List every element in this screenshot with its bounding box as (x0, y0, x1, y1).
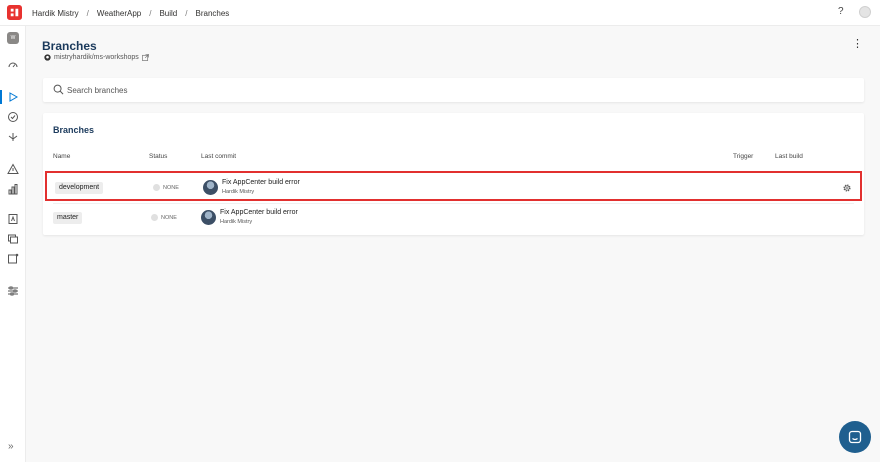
table-row[interactable]: master NONE Fix AppCenter build error Ha… (43, 203, 864, 233)
sidebar: W » (0, 26, 26, 462)
more-options-icon[interactable]: ⋮ (852, 39, 863, 50)
auth-icon[interactable] (6, 252, 20, 266)
diagnostics-icon[interactable] (6, 162, 20, 176)
commit-message: Fix AppCenter build error (220, 209, 298, 216)
status-badge: NONE (153, 184, 179, 191)
breadcrumb-separator: / (185, 8, 188, 18)
column-header-name: Name (53, 153, 71, 160)
github-icon (44, 54, 51, 61)
search-icon (53, 84, 64, 95)
chat-icon (848, 430, 862, 444)
commit-author-avatar (203, 180, 218, 195)
breadcrumb-section[interactable]: Build (159, 9, 177, 18)
commit-author: Hardik Mistry (222, 189, 255, 195)
build-icon[interactable] (6, 90, 20, 104)
external-link-icon (141, 54, 149, 61)
status-text: NONE (163, 184, 179, 191)
top-bar: Hardik Mistry / WeatherApp / Build / Bra… (0, 0, 880, 26)
gear-icon[interactable] (842, 183, 852, 193)
repo-name: mistryhardik/ms-workshops (54, 54, 139, 61)
expand-sidebar-icon[interactable]: » (8, 441, 14, 452)
push-icon[interactable] (6, 212, 20, 226)
branches-card: Branches Name Status Last commit Trigger… (43, 113, 864, 235)
column-header-last-commit: Last commit (201, 153, 237, 160)
column-header-status: Status (149, 153, 168, 160)
page-title: Branches (42, 39, 97, 53)
repo-link[interactable]: mistryhardik/ms-workshops (44, 54, 149, 61)
app-icon[interactable]: W (7, 32, 19, 44)
breadcrumb: Hardik Mistry / WeatherApp / Build / Bra… (32, 0, 229, 26)
breadcrumb-owner[interactable]: Hardik Mistry (32, 9, 79, 18)
settings-sliders-icon[interactable] (6, 284, 20, 298)
help-icon[interactable]: ? (838, 6, 844, 17)
status-badge: NONE (151, 214, 177, 221)
branches-card-title: Branches (53, 125, 95, 135)
breadcrumb-app[interactable]: WeatherApp (97, 9, 141, 18)
status-text: NONE (161, 214, 177, 221)
commit-message: Fix AppCenter build error (222, 179, 300, 186)
commit-author-avatar (201, 210, 216, 225)
user-avatar[interactable] (859, 6, 871, 18)
app-center-logo-icon[interactable] (7, 5, 22, 20)
breadcrumb-page: Branches (195, 8, 230, 18)
breadcrumb-separator: / (149, 8, 152, 18)
test-icon[interactable] (6, 110, 20, 124)
column-header-last-build: Last build (775, 153, 803, 160)
overview-icon[interactable] (6, 58, 20, 72)
table-row[interactable]: development NONE Fix AppCenter build err… (45, 171, 862, 201)
branch-name-tag[interactable]: development (55, 182, 104, 194)
search-input[interactable] (67, 82, 847, 98)
search-box (43, 78, 864, 102)
chat-support-button[interactable] (839, 421, 871, 453)
distribute-icon[interactable] (6, 130, 20, 144)
data-icon[interactable] (6, 232, 20, 246)
branch-name-tag[interactable]: master (53, 212, 83, 224)
breadcrumb-separator: / (86, 8, 89, 18)
status-dot-icon (153, 184, 160, 191)
sidebar-active-indicator (0, 90, 2, 104)
column-header-trigger: Trigger (733, 153, 754, 160)
analytics-icon[interactable] (6, 182, 20, 196)
commit-author: Hardik Mistry (220, 219, 253, 225)
status-dot-icon (151, 214, 158, 221)
